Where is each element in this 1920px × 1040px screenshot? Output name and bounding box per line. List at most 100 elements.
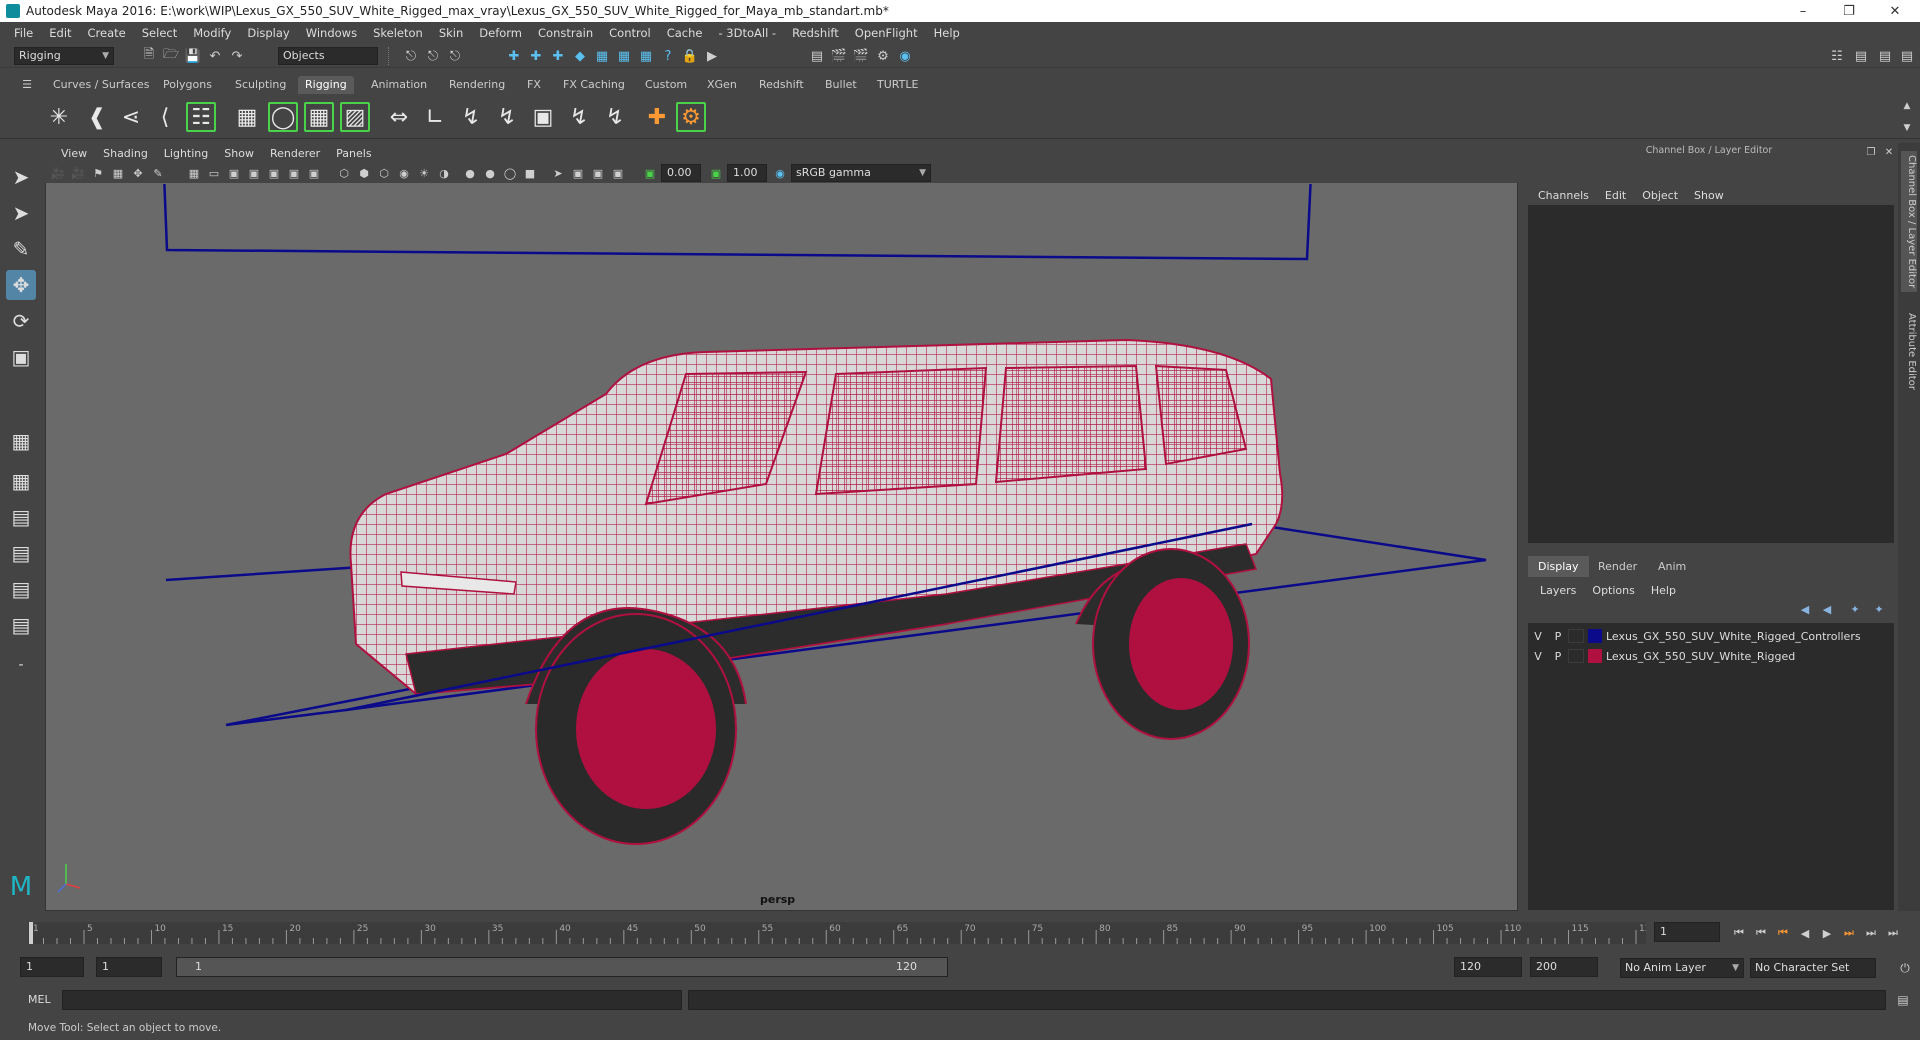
- snap-point-icon[interactable]: ✚: [549, 47, 567, 65]
- menu-help[interactable]: Help: [926, 26, 968, 40]
- selection-mode-dropdown[interactable]: Objects: [278, 47, 378, 65]
- camera-select-icon[interactable]: 🎥: [49, 164, 67, 182]
- ik-handle-icon[interactable]: ❰: [82, 102, 112, 132]
- outliner-layout-icon[interactable]: ▤: [6, 610, 36, 640]
- shelf-tab-curves-surfaces[interactable]: Curves / Surfaces: [46, 76, 157, 94]
- shelf-tab-animation[interactable]: Animation: [364, 76, 434, 94]
- layer-playback-toggle[interactable]: P: [1548, 650, 1568, 663]
- move-layer-down-icon[interactable]: ◀: [1818, 600, 1836, 618]
- lasso-tool-icon[interactable]: ➤: [6, 198, 36, 228]
- shelf-scroll-up-icon[interactable]: ▲: [1898, 97, 1916, 115]
- menu-3dtoall[interactable]: - 3DtoAll -: [710, 26, 784, 40]
- shelf-tab-rendering[interactable]: Rendering: [442, 76, 512, 94]
- menu-create[interactable]: Create: [80, 26, 134, 40]
- shelf-tab-sculpting[interactable]: Sculpting: [228, 76, 293, 94]
- shelf-tab-redshift[interactable]: Redshift: [752, 76, 811, 94]
- safe-action-icon[interactable]: ▣: [285, 164, 303, 182]
- wireframe-on-shaded-icon[interactable]: ⬡: [375, 164, 393, 182]
- ik-spline-icon[interactable]: ⋖: [116, 102, 146, 132]
- menu-display[interactable]: Display: [239, 26, 297, 40]
- snap-view-icon[interactable]: ◆: [571, 47, 589, 65]
- animation-end-field[interactable]: 200: [1530, 957, 1598, 977]
- vp-menu-shading[interactable]: Shading: [95, 147, 156, 160]
- four-view-icon[interactable]: ▦: [6, 466, 36, 496]
- float-panel-icon[interactable]: ❐: [1862, 143, 1880, 161]
- gate-mask-icon[interactable]: ▣: [245, 164, 263, 182]
- gamma-icon[interactable]: ▣: [707, 164, 725, 182]
- layer-display-type[interactable]: [1568, 649, 1584, 663]
- paint-select-icon[interactable]: ✎: [6, 234, 36, 264]
- menu-skeleton[interactable]: Skeleton: [365, 26, 431, 40]
- joint-tool-icon[interactable]: ✳: [44, 102, 74, 132]
- step-forward-key-icon[interactable]: ⏭: [1840, 924, 1858, 942]
- open-scene-icon[interactable]: 🗁: [162, 47, 180, 65]
- exposure-icon[interactable]: ▣: [641, 164, 659, 182]
- layer-visibility-toggle[interactable]: V: [1528, 650, 1548, 663]
- layer-options-menu[interactable]: Options: [1584, 584, 1642, 597]
- layer-color-swatch[interactable]: [1588, 629, 1602, 643]
- lattice-icon[interactable]: ▦: [304, 102, 334, 132]
- lock-icon[interactable]: 🔒: [681, 47, 699, 65]
- layer-playback-toggle[interactable]: P: [1548, 630, 1568, 643]
- select-component-icon[interactable]: ⎋: [446, 47, 464, 65]
- snap-curve-icon[interactable]: ✚: [527, 47, 545, 65]
- menu-set-dropdown[interactable]: Rigging ▼: [14, 47, 114, 65]
- hypershade-layout-icon[interactable]: ▤: [6, 574, 36, 604]
- layer-color-swatch[interactable]: [1588, 649, 1602, 663]
- shelf-scroll-down-icon[interactable]: ▼: [1898, 119, 1916, 137]
- anti-aliasing-icon[interactable]: ◯: [501, 164, 519, 182]
- xray-components-icon[interactable]: ▣: [609, 164, 627, 182]
- layers-menu[interactable]: Layers: [1532, 584, 1584, 597]
- vp-menu-view[interactable]: View: [53, 147, 95, 160]
- shelf-tab-turtle[interactable]: TURTLE: [870, 76, 925, 94]
- menu-control[interactable]: Control: [601, 26, 659, 40]
- point-constraint-icon[interactable]: ⇔: [384, 102, 414, 132]
- exposure-field[interactable]: 0.00: [661, 164, 701, 182]
- current-frame-field[interactable]: 1: [1654, 922, 1720, 942]
- shelf-tab-rigging[interactable]: Rigging: [298, 76, 354, 94]
- range-slider[interactable]: 1 120: [176, 957, 948, 977]
- bind-skin-icon[interactable]: ▦: [232, 102, 262, 132]
- history-icon[interactable]: ▦: [637, 47, 655, 65]
- new-scene-icon[interactable]: 🗎: [140, 47, 158, 65]
- redo-icon[interactable]: ↷: [228, 47, 246, 65]
- vp-menu-show[interactable]: Show: [216, 147, 262, 160]
- shelf-tab-polygons[interactable]: Polygons: [156, 76, 219, 94]
- shelf-tab-xgen[interactable]: XGen: [700, 76, 744, 94]
- input-ops-icon[interactable]: ▶: [703, 47, 721, 65]
- shelf-tab-custom[interactable]: Custom: [638, 76, 694, 94]
- quick-rig-icon[interactable]: ☷: [186, 102, 216, 132]
- isolate-select-icon[interactable]: ➤: [549, 164, 567, 182]
- vp-menu-lighting[interactable]: Lighting: [156, 147, 216, 160]
- menu-cache[interactable]: Cache: [659, 26, 711, 40]
- select-object-icon[interactable]: ⎋: [424, 47, 442, 65]
- parent-constraint-icon[interactable]: ↯: [492, 102, 522, 132]
- bookmark-icon[interactable]: ⚑: [89, 164, 107, 182]
- scale-constraint-icon[interactable]: ▣: [528, 102, 558, 132]
- layer-help-menu[interactable]: Help: [1643, 584, 1684, 597]
- current-time-marker[interactable]: [29, 922, 33, 944]
- side-tab-channel-box[interactable]: Channel Box / Layer Editor: [1901, 151, 1917, 293]
- view-transform-dropdown[interactable]: sRGB gamma ▼: [791, 164, 931, 182]
- menu-deform[interactable]: Deform: [471, 26, 530, 40]
- time-slider-bar[interactable]: 1 5 10 15 20 25 30 35 40 45 50 55 60 65 70 75 80 85 90 95 10…: [28, 922, 1646, 944]
- layer-display-type[interactable]: [1568, 629, 1584, 643]
- close-panel-icon[interactable]: ✕: [1880, 143, 1898, 161]
- single-view-icon[interactable]: ▦: [6, 426, 36, 456]
- channel-edit-menu[interactable]: Edit: [1597, 189, 1634, 202]
- snap-live-icon[interactable]: ▦: [615, 47, 633, 65]
- auto-key-icon[interactable]: ⏻: [1896, 959, 1914, 977]
- script-editor-icon[interactable]: ▤: [1894, 991, 1912, 1009]
- vp-menu-panels[interactable]: Panels: [328, 147, 379, 160]
- modeling-toolkit-icon[interactable]: ☷: [1828, 47, 1846, 65]
- menu-openflight[interactable]: OpenFlight: [847, 26, 926, 40]
- shelf-menu-icon[interactable]: ☰: [18, 75, 36, 93]
- layer-row[interactable]: V P Lexus_GX_550_SUV_White_Rigged_Contro…: [1528, 626, 1894, 646]
- step-forward-icon[interactable]: ⏭: [1862, 924, 1880, 942]
- close-icon[interactable]: ✕: [1872, 0, 1918, 22]
- textured-icon[interactable]: ◉: [395, 164, 413, 182]
- new-layer-selected-icon[interactable]: ✦: [1870, 600, 1888, 618]
- shelf-tab-fx[interactable]: FX: [520, 76, 548, 94]
- persp-outliner-icon[interactable]: ▤: [6, 502, 36, 532]
- screen-space-ao-icon[interactable]: ●: [461, 164, 479, 182]
